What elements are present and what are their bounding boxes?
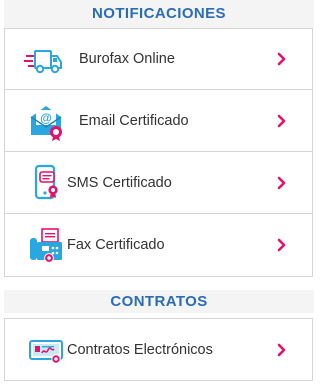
chevron-right-icon xyxy=(277,52,287,66)
menu-item-email-certificado[interactable]: @ Email Certificado xyxy=(4,89,313,152)
menu-item-fax-certificado[interactable]: Fax Certificado xyxy=(4,213,313,277)
chevron-right-icon xyxy=(277,114,287,128)
menu-item-contratos-electronicos[interactable]: Contratos Electrónicos xyxy=(4,318,313,381)
menu-item-label: Burofax Online xyxy=(79,51,175,67)
chevron-right-icon xyxy=(277,343,287,357)
email-certified-icon: @ xyxy=(26,101,66,141)
section-title-notificaciones: NOTIFICACIONES xyxy=(92,5,226,22)
fax-machine-icon xyxy=(26,225,66,265)
menu-item-sms-certificado[interactable]: SMS Certificado xyxy=(4,151,313,214)
svg-text:@: @ xyxy=(40,111,52,125)
menu-item-label: SMS Certificado xyxy=(67,174,172,191)
section-title-contratos: CONTRATOS xyxy=(110,293,208,310)
chevron-right-icon xyxy=(277,238,287,252)
truck-icon xyxy=(24,39,64,79)
electronic-contract-icon xyxy=(26,330,66,370)
chevron-right-icon xyxy=(277,176,287,190)
menu-item-label: Email Certificado xyxy=(79,112,189,129)
menu-item-label: Contratos Electrónicos xyxy=(67,341,213,358)
sms-phone-icon xyxy=(26,163,66,203)
menu-item-burofax-online[interactable]: Burofax Online xyxy=(4,28,313,90)
menu-item-label: Fax Certificado xyxy=(67,237,165,253)
